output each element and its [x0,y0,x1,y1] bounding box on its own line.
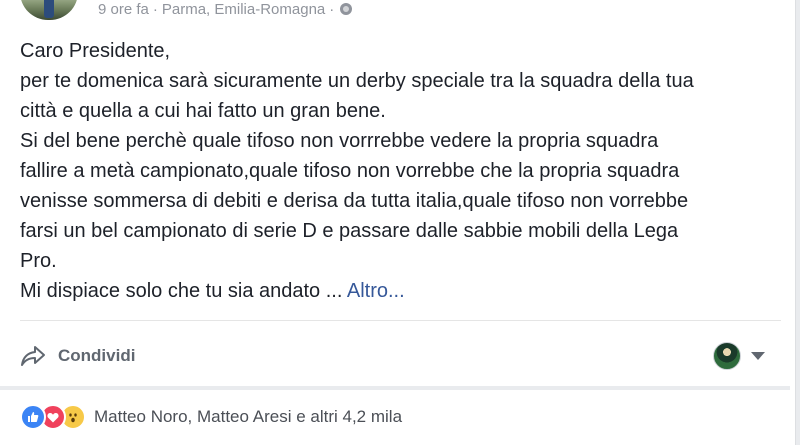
post-actions: Condividi [20,336,765,376]
post-as-selector[interactable] [713,342,765,370]
meta-separator: · [152,0,158,18]
divider [20,320,781,321]
meta-separator: · [329,0,335,18]
post-line: Pro. [20,250,57,272]
post-line-text: Mi dispiace solo che tu sia andato ... [20,280,347,302]
post-line: Caro Presidente, [20,40,171,62]
share-label: Condividi [58,346,136,365]
share-button[interactable]: Condividi [20,345,135,367]
page-avatar-icon [713,342,741,370]
post-line: Si del bene perchè quale tifoso non vorr… [20,130,659,152]
post-line: farsi un bel campionato di serie D e pas… [20,220,679,242]
post-time[interactable]: 9 ore fa [98,1,149,18]
reaction-names[interactable]: Matteo Noro, Matteo Aresi e altri 4,2 mi… [94,407,402,427]
globe-icon[interactable] [340,3,353,15]
like-icon [20,404,46,430]
author-avatar[interactable] [20,0,78,20]
post-card: 9 ore fa · Parma, Emilia-Romagna · Caro … [0,0,796,445]
reactions-bar[interactable]: Matteo Noro, Matteo Aresi e altri 4,2 mi… [20,401,402,433]
post-line: per te domenica sarà sicuramente un derb… [20,70,694,92]
see-more-link[interactable]: Altro... [347,280,405,302]
post-location[interactable]: Parma, Emilia-Romagna [162,1,325,18]
caret-down-icon [751,352,765,360]
section-separator [0,386,790,390]
post-line-last: Mi dispiace solo che tu sia andato ... A… [20,276,780,306]
post-line: venisse sommersa di debiti e derisa da t… [20,190,689,212]
post-body: Caro Presidente, per te domenica sarà si… [20,36,780,306]
post-meta: 9 ore fa · Parma, Emilia-Romagna · [98,0,353,18]
post-line: città e quella a cui hai fatto un gran b… [20,100,386,122]
post-line: fallire a metà campionato,quale tifoso n… [20,160,680,182]
share-arrow-icon [21,346,45,366]
post-header: 9 ore fa · Parma, Emilia-Romagna · [20,0,353,22]
